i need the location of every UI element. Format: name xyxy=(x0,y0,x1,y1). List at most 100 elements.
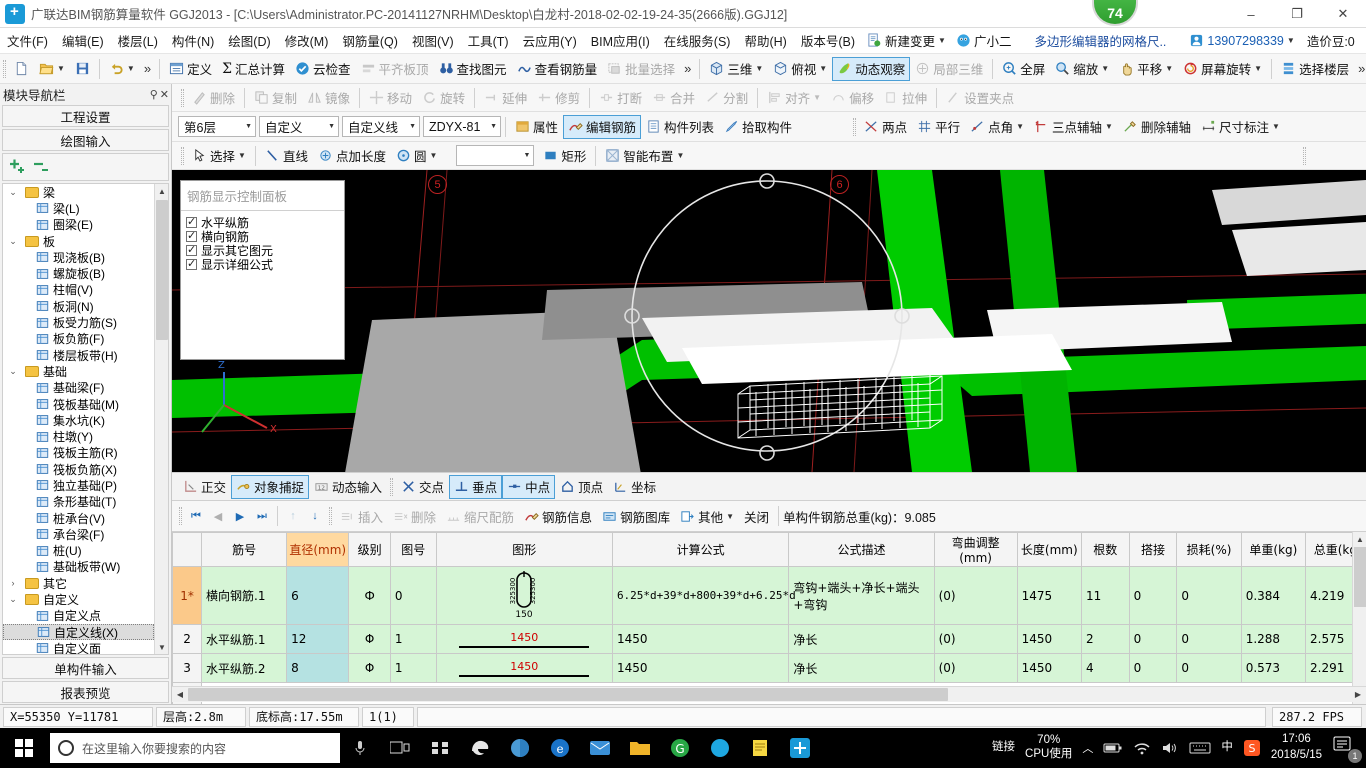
menu-edit[interactable]: 编辑(E) xyxy=(55,28,111,53)
pin-icon[interactable]: ⚲ xyxy=(150,88,158,101)
tree-node-自定义[interactable]: ⌄自定义 xyxy=(3,591,154,607)
microphone-icon[interactable] xyxy=(340,728,380,768)
tree-node-桩承台V[interactable]: 桩承台(V) xyxy=(3,510,154,526)
save-file-button[interactable] xyxy=(70,57,95,81)
tree-node-现浇板B[interactable]: 现浇板(B) xyxy=(3,249,154,265)
find-element-button[interactable]: 查找图元 xyxy=(434,57,512,81)
tree-scroll-thumb[interactable] xyxy=(156,200,168,340)
break-button[interactable]: 打断 xyxy=(594,86,647,110)
taskbar-ggj-icon[interactable] xyxy=(780,728,820,768)
tree-node-独立基础P[interactable]: 独立基础(P) xyxy=(3,477,154,493)
select-floor-button[interactable]: 选择楼层 xyxy=(1276,57,1354,81)
table-scroll-up-arrow[interactable]: ▲ xyxy=(1353,532,1366,546)
tree-node-螺旋板B[interactable]: 螺旋板(B) xyxy=(3,265,154,281)
taskbar-explorer-icon[interactable] xyxy=(620,728,660,768)
tree-node-柱墩Y[interactable]: 柱墩(Y) xyxy=(3,428,154,444)
th-shape[interactable]: 图形 xyxy=(436,533,612,567)
zoom-button[interactable]: 缩放 ▼ xyxy=(1050,57,1114,81)
rebar-display-control-panel[interactable]: 钢筋显示控制面板 水平纵筋 横向钢筋 显示其它图元 显示详细公式 xyxy=(180,180,345,360)
cell-grade[interactable]: Φ xyxy=(349,625,391,654)
cell-length[interactable]: 1450 xyxy=(1017,654,1081,683)
tree-node-基础梁F[interactable]: 基础梁(F) xyxy=(3,380,154,396)
dynamic-orbit-button[interactable]: 动态观察 xyxy=(832,57,910,81)
tree-node-板受力筋S[interactable]: 板受力筋(S) xyxy=(3,314,154,330)
battery-icon[interactable] xyxy=(1103,741,1123,755)
checkbox-icon[interactable] xyxy=(186,245,197,256)
th-desc[interactable]: 公式描述 xyxy=(789,533,934,567)
cell-shape-no[interactable]: 1 xyxy=(390,654,436,683)
delete-axis-button[interactable]: 删除辅轴 xyxy=(1118,115,1196,139)
define-button[interactable]: 定义 xyxy=(164,57,217,81)
menu-member[interactable]: 构件(N) xyxy=(165,28,221,53)
hscroll-left-arrow[interactable]: ◀ xyxy=(172,687,188,702)
tree-node-板洞N[interactable]: 板洞(N) xyxy=(3,298,154,314)
category-select[interactable]: 自定义 ▼ xyxy=(259,116,339,137)
draw-option-chevron-down-icon[interactable]: ▼ xyxy=(523,152,530,159)
cell-bar-no[interactable]: 横向钢筋.1 xyxy=(202,567,287,625)
smart-layout-chevron-down-icon[interactable]: ▼ xyxy=(676,151,684,160)
dynamic-input-toggle[interactable]: 12 动态输入 xyxy=(309,475,387,499)
cell-length[interactable]: 1475 xyxy=(1017,567,1081,625)
toolbar-grip[interactable] xyxy=(3,60,6,78)
th-grade[interactable]: 级别 xyxy=(349,533,391,567)
cell-count[interactable]: 2 xyxy=(1081,625,1129,654)
checkbox-icon[interactable] xyxy=(186,259,197,270)
two-point-axis-button[interactable]: 两点 xyxy=(859,115,912,139)
toolbar1-overflow-mid[interactable]: » xyxy=(680,61,695,76)
coordinate-snap-toggle[interactable]: 坐标 xyxy=(608,475,661,499)
stretch-button[interactable]: 拉伸 xyxy=(879,86,932,110)
tree-node-自定义面[interactable]: 自定义面 xyxy=(3,640,154,654)
user-nick-button[interactable]: 广小二 xyxy=(951,29,1017,52)
table-row[interactable]: 3 水平纵筋.2 8 Φ 1 1450 1450 净长 (0) 1450 4 0… xyxy=(173,654,1366,683)
3d-viewport[interactable]: Z X 5 6 钢筋显示控制面板 水平纵筋 横向钢筋 显示其它图元 xyxy=(172,170,1366,472)
cell-bend[interactable]: (0) xyxy=(934,625,1017,654)
chevron-down-icon[interactable]: ⌄ xyxy=(7,236,19,247)
tree-node-梁L[interactable]: 梁(L) xyxy=(3,200,154,216)
open-file-button[interactable]: ▼ xyxy=(34,57,70,81)
sogou-input-icon[interactable]: S xyxy=(1243,739,1261,757)
taskbar-browser-icon[interactable] xyxy=(500,728,540,768)
tree-node-圈梁E[interactable]: 圈梁(E) xyxy=(3,217,154,233)
table-scroll-thumb[interactable] xyxy=(1354,547,1366,607)
screen-rotate-button[interactable]: 屏幕旋转 ▼ xyxy=(1178,57,1267,81)
object-snap-toggle[interactable]: 对象捕捉 xyxy=(231,475,309,499)
cell-lap[interactable]: 0 xyxy=(1129,654,1177,683)
cell-desc[interactable]: 净长 xyxy=(789,625,934,654)
partial-3d-button[interactable]: 局部三维 xyxy=(910,57,988,81)
floor-chevron-down-icon[interactable]: ▼ xyxy=(245,123,252,130)
view-3d-chevron-down-icon[interactable]: ▼ xyxy=(755,64,763,73)
cell-unit-weight[interactable]: 1.288 xyxy=(1241,625,1305,654)
cell-formula[interactable]: 1450 xyxy=(612,625,788,654)
pick-member-button[interactable]: 拾取构件 xyxy=(719,115,797,139)
copy-button[interactable]: 复制 xyxy=(249,86,302,110)
split-button[interactable]: 分割 xyxy=(700,86,753,110)
chevron-down-icon[interactable]: ⌄ xyxy=(7,594,19,605)
top-view-button[interactable]: 俯视 ▼ xyxy=(768,57,832,81)
circle-tool-button[interactable]: 圆 ▼ xyxy=(391,144,442,168)
edit-rebar-button[interactable]: 编辑钢筋 xyxy=(563,115,641,139)
tree-node-楼层板带H[interactable]: 楼层板带(H) xyxy=(3,347,154,363)
type-chevron-down-icon[interactable]: ▼ xyxy=(409,123,416,130)
offset-button[interactable]: 偏移 xyxy=(826,86,879,110)
floor-select[interactable]: 第6层 ▼ xyxy=(178,116,256,137)
three-point-chevron-down-icon[interactable]: ▼ xyxy=(1105,122,1113,131)
tree-node-柱帽V[interactable]: 柱帽(V) xyxy=(3,282,154,298)
menu-cloud[interactable]: 云应用(Y) xyxy=(516,28,584,53)
cell-shape[interactable]: 1450 xyxy=(436,625,612,654)
toolbar1-overflow-left[interactable]: » xyxy=(140,61,155,76)
modify-toolbar-grip[interactable] xyxy=(181,89,184,107)
cell-bar-no[interactable]: 水平纵筋.2 xyxy=(202,654,287,683)
notice-link[interactable]: 多边形编辑器的网格尺.. xyxy=(1034,31,1166,50)
point-angle-chevron-down-icon[interactable]: ▼ xyxy=(1016,122,1024,131)
rebar-toolbar-grip[interactable] xyxy=(179,507,182,525)
taskbar-ie-icon[interactable]: e xyxy=(540,728,580,768)
cell-grade[interactable]: Φ xyxy=(349,654,391,683)
tree-node-筏板主筋R[interactable]: 筏板主筋(R) xyxy=(3,445,154,461)
cell-formula[interactable]: 6.25*d+39*d+800+39*d+6.25*d xyxy=(612,567,788,625)
cell-shape[interactable]: 325300 325300 150 xyxy=(436,567,612,625)
zoom-chevron-down-icon[interactable]: ▼ xyxy=(1101,64,1109,73)
tree-node-筏板基础M[interactable]: 筏板基础(M) xyxy=(3,396,154,412)
cell-loss[interactable]: 0 xyxy=(1177,625,1241,654)
th-bar-no[interactable]: 筋号 xyxy=(202,533,287,567)
batch-select-button[interactable]: 批量选择 xyxy=(602,57,680,81)
